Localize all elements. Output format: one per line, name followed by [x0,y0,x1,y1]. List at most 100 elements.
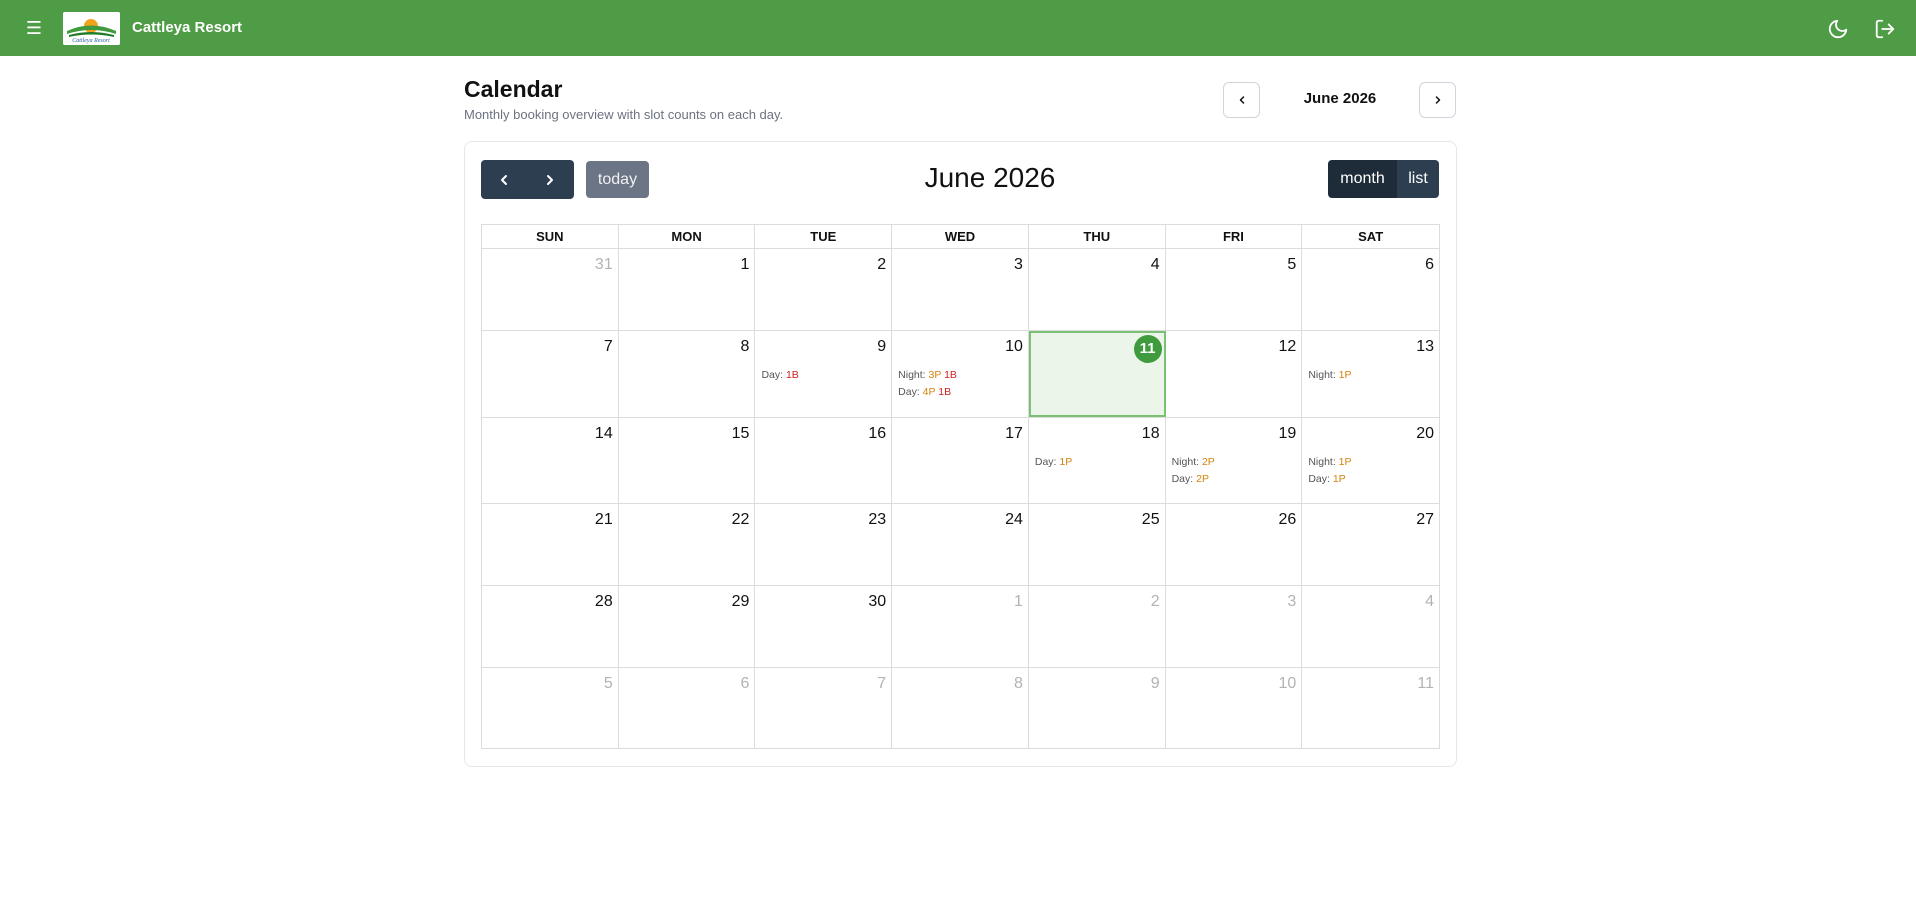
calendar-prev-button[interactable] [481,160,527,199]
calendar-day-cell[interactable]: 2 [755,249,893,330]
calendar-day-cell[interactable]: 4 [1302,586,1439,667]
slot-label: Day: [1171,473,1194,485]
day-number: 15 [731,425,750,442]
calendar-day-cell[interactable]: 6 [619,668,756,748]
slot-line[interactable]: Day: 1P [1035,454,1072,471]
calendar-day-cell[interactable]: 9 Day: 1B [755,331,893,417]
calendar-day-cell[interactable]: 5 [1166,249,1303,330]
day-number: 1 [1013,593,1023,610]
calendar-day-cell[interactable]: 28 [482,586,619,667]
calendar-week-row: 7 8 9 Day: 1B 10 Night: 3P 1B Day: 4P 1B 11 12 13… [481,330,1440,417]
calendar-day-cell[interactable]: 3 [1166,586,1303,667]
calendar-day-cell[interactable]: 24 [892,504,1029,585]
calendar-day-cell[interactable]: 8 [619,331,756,417]
day-number: 29 [731,593,750,610]
day-number: 2 [1150,593,1160,610]
calendar-day-cell[interactable]: 26 [1166,504,1303,585]
day-number: 30 [868,593,887,610]
slot-line[interactable]: Day: 4P 1B [898,384,957,401]
calendar-week-row: 14 15 16 17 18 Day: 1P 19 Night: 2P Day: 2P 20 Nig… [481,417,1440,503]
slot-label: Night: [1171,456,1200,468]
calendar-day-cell[interactable]: 31 [482,249,619,330]
calendar-day-cell[interactable]: 8 [892,668,1029,748]
calendar-day-cell[interactable]: 12 [1166,331,1303,417]
calendar-day-cell[interactable]: 18 Day: 1P [1029,418,1166,503]
calendar-day-cell[interactable]: 22 [619,504,756,585]
slot-count-p: 1P [1059,456,1073,468]
calendar-day-cell[interactable]: 29 [619,586,756,667]
brand-name: Cattleya Resort [132,19,243,36]
calendar-day-cell[interactable]: 19 Night: 2P Day: 2P [1166,418,1303,503]
day-number: 21 [594,511,613,528]
calendar-day-cell[interactable]: 13 Night: 1P [1302,331,1439,417]
day-number: 4 [1150,256,1160,273]
day-number: 12 [1278,338,1297,355]
svg-text:Cattleya Resort: Cattleya Resort [72,38,110,44]
calendar-day-cell[interactable]: 14 [482,418,619,503]
slot-line[interactable]: Day: 1P [1308,471,1351,488]
moon-icon[interactable] [1827,18,1849,40]
day-number: 19 [1278,425,1297,442]
top-app-bar: ☰ Cattleya Resort Cattleya Resort [0,0,1916,56]
calendar-day-cell[interactable]: 10 Night: 3P 1B Day: 4P 1B [892,331,1029,417]
day-number: 23 [868,511,887,528]
calendar-day-cell[interactable]: 27 [1302,504,1439,585]
day-number: 2 [877,256,887,273]
day-number: 20 [1416,425,1435,442]
calendar-today-button[interactable]: today [586,161,649,198]
calendar-day-cell[interactable]: 15 [619,418,756,503]
weekday-header: TUE [755,225,893,248]
menu-icon[interactable]: ☰ [24,18,44,38]
calendar-day-cell[interactable]: 21 [482,504,619,585]
calendar-day-cell[interactable]: 23 [755,504,893,585]
slot-label: Night: [1308,456,1336,468]
day-number: 31 [594,256,613,273]
slot-line[interactable]: Day: 1B [761,367,798,384]
calendar-title: June 2026 [924,162,1056,193]
day-number: 4 [1425,593,1435,610]
view-list-button[interactable]: list [1397,160,1439,198]
calendar-day-cell[interactable]: 7 [755,668,893,748]
slot-counts: Night: 2P Day: 2P [1172,454,1215,488]
slot-line[interactable]: Night: 1P [1308,367,1351,384]
day-number: 9 [877,338,887,355]
calendar-day-cell[interactable]: 30 [755,586,893,667]
day-number: 10 [1005,338,1023,355]
slot-line[interactable]: Night: 1P [1308,454,1351,471]
calendar-day-cell[interactable]: 1 [892,586,1029,667]
slot-count-b: 1B [785,369,799,381]
calendar-day-cell[interactable]: 17 [892,418,1029,503]
slot-line[interactable]: Day: 2P [1172,471,1215,488]
day-number: 26 [1278,511,1297,528]
calendar-day-cell[interactable]: 1 [619,249,756,330]
calendar-day-cell[interactable]: 20 Night: 1P Day: 1P [1302,418,1439,503]
calendar-next-button[interactable] [527,160,573,199]
day-number: 5 [1287,256,1297,273]
logout-icon[interactable] [1874,18,1896,40]
calendar-day-cell[interactable]: 2 [1029,586,1166,667]
slot-counts: Night: 3P 1B Day: 4P 1B [898,367,957,401]
calendar-day-cell[interactable]: 25 [1029,504,1166,585]
calendar-day-cell[interactable]: 6 [1302,249,1439,330]
calendar-day-cell[interactable]: 10 [1166,668,1303,748]
calendar-day-cell[interactable]: 5 [482,668,619,748]
slot-count-p: 4P [922,386,936,398]
calendar-day-cell[interactable]: 16 [755,418,893,503]
slot-counts: Day: 1P [1035,454,1072,471]
calendar-day-cell[interactable]: 3 [892,249,1029,330]
weekday-header-row: SUN MON TUE WED THU FRI SAT [481,224,1440,248]
calendar-day-cell[interactable]: 4 [1029,249,1166,330]
header-next-month-button[interactable] [1419,82,1456,118]
slot-line[interactable]: Night: 3P 1B [898,367,957,384]
calendar-day-cell[interactable]: 9 [1029,668,1166,748]
calendar-week-row: 28 29 30 1 2 3 4 [481,585,1440,667]
view-month-button[interactable]: month [1328,160,1397,198]
calendar-day-cell[interactable]: 11 [1302,668,1439,748]
weekday-header: SUN [482,225,619,248]
calendar-day-cell-today[interactable]: 11 [1028,331,1166,417]
calendar-grid: SUN MON TUE WED THU FRI SAT 31 1 2 3 4 5 6 7 8 9 D… [481,224,1440,749]
slot-line[interactable]: Night: 2P [1172,454,1215,471]
header-prev-month-button[interactable] [1223,82,1260,118]
slot-label: Day: [898,386,920,398]
calendar-day-cell[interactable]: 7 [482,331,619,417]
